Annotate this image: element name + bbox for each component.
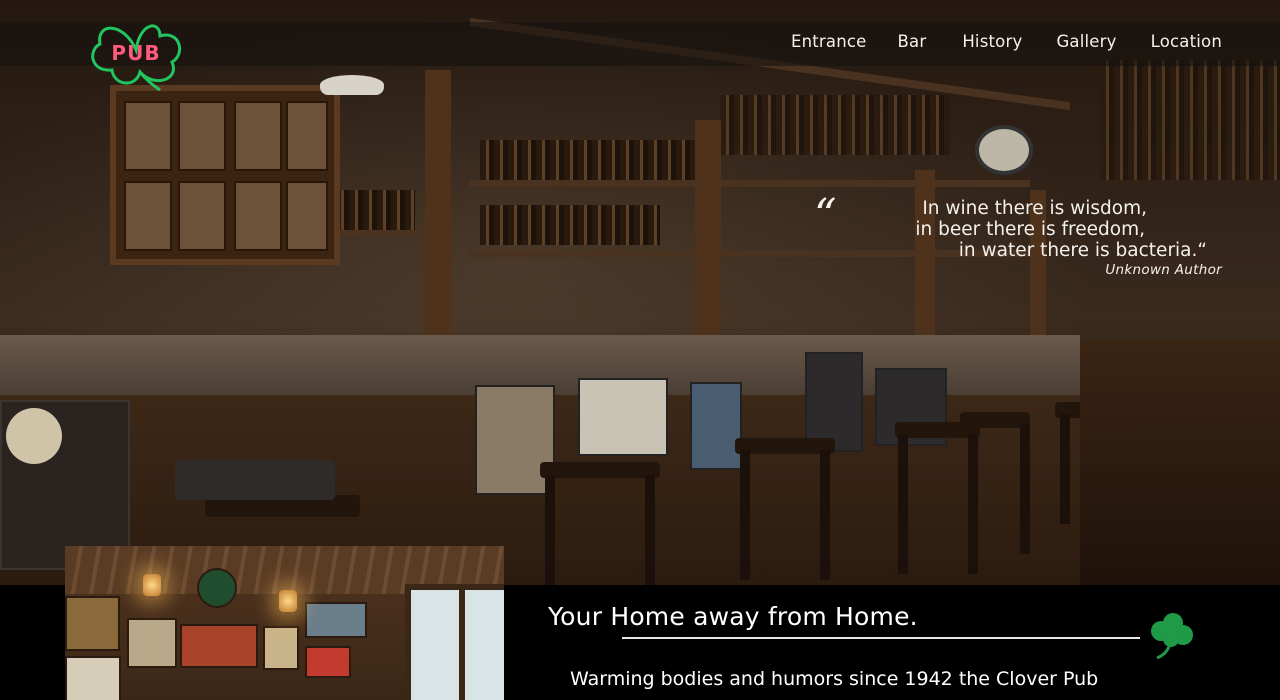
quote-line: In wine there is wisdom, bbox=[922, 198, 1147, 219]
nav-entrance[interactable]: Entrance bbox=[791, 32, 867, 51]
beer-poster bbox=[690, 382, 742, 470]
headline-underline bbox=[622, 637, 1140, 639]
brewdog-sign bbox=[6, 408, 62, 464]
clover-neon-icon[interactable]: PUB bbox=[84, 14, 188, 94]
cabinet bbox=[110, 85, 340, 265]
stool-leg bbox=[1020, 424, 1030, 554]
wall-sign bbox=[180, 624, 258, 668]
wall-sign bbox=[65, 656, 121, 700]
glass-rack bbox=[720, 95, 950, 155]
stool-leg bbox=[898, 434, 908, 574]
cabinet-pane bbox=[178, 101, 226, 171]
hero-bar-photo bbox=[0, 0, 1280, 585]
craft-beer-board bbox=[0, 400, 130, 570]
ceiling-lamp bbox=[320, 75, 384, 95]
nav-gallery[interactable]: Gallery bbox=[1056, 32, 1116, 51]
stool-leg bbox=[545, 475, 555, 585]
cabinet-pane bbox=[124, 181, 172, 251]
pub-interior-photo bbox=[65, 546, 504, 700]
nav-history[interactable]: History bbox=[962, 32, 1022, 51]
stool-leg bbox=[820, 450, 830, 580]
nav-bar[interactable]: Bar bbox=[898, 32, 927, 51]
stool-leg bbox=[645, 475, 655, 585]
stool-leg bbox=[1060, 414, 1070, 524]
main-nav: Entrance Bar History Gallery Location bbox=[791, 32, 1222, 51]
beer-poster bbox=[578, 378, 668, 456]
wall-sign bbox=[197, 568, 237, 608]
cabinet-pane bbox=[124, 101, 172, 171]
bar-stool bbox=[540, 462, 660, 478]
cabinet-pane bbox=[286, 101, 328, 171]
bottle-row bbox=[480, 140, 700, 180]
wall-sign bbox=[65, 596, 120, 651]
hero-quote: “ In wine there is wisdom, in beer there… bbox=[802, 194, 1222, 279]
wall-sign bbox=[263, 626, 299, 670]
wall-sign bbox=[305, 646, 351, 678]
intro-subline: Warming bodies and humors since 1942 the… bbox=[570, 668, 1099, 690]
nav-location[interactable]: Location bbox=[1151, 32, 1222, 51]
wood-post bbox=[425, 70, 451, 335]
wall-sign bbox=[305, 602, 367, 638]
stool-leg bbox=[968, 434, 978, 574]
window bbox=[405, 584, 504, 700]
wall-sign bbox=[127, 618, 177, 668]
shamrock-icon bbox=[1151, 613, 1193, 659]
covered-seat bbox=[175, 460, 335, 500]
intro-headline: Your Home away from Home. bbox=[548, 602, 918, 631]
stool-leg bbox=[740, 450, 750, 580]
bottle-wall bbox=[1100, 60, 1280, 180]
page: PUB Entrance Bar History Gallery Locatio… bbox=[0, 0, 1280, 700]
cabinet-pane bbox=[234, 181, 282, 251]
cabinet-pane bbox=[178, 181, 226, 251]
quote-open-mark: “ bbox=[814, 190, 837, 241]
cabinet-pane bbox=[286, 181, 328, 251]
wall-lamp bbox=[143, 574, 161, 596]
quote-line: in beer there is freedom, bbox=[915, 219, 1145, 240]
beer-poster bbox=[805, 352, 863, 452]
cabinet-pane bbox=[234, 101, 282, 171]
beer-poster bbox=[475, 385, 555, 495]
side-room bbox=[1080, 340, 1280, 585]
wall-clock bbox=[975, 125, 1033, 175]
wood-post bbox=[695, 120, 721, 335]
bottle-row bbox=[335, 190, 415, 230]
quote-line: in water there is bacteria.“ bbox=[958, 240, 1207, 261]
shelf bbox=[330, 230, 420, 236]
logo-text: PUB bbox=[111, 41, 160, 65]
quote-author: Unknown Author bbox=[1105, 262, 1222, 278]
shelf bbox=[470, 180, 1030, 187]
bottle-row bbox=[480, 205, 660, 245]
wall-lamp bbox=[279, 590, 297, 612]
